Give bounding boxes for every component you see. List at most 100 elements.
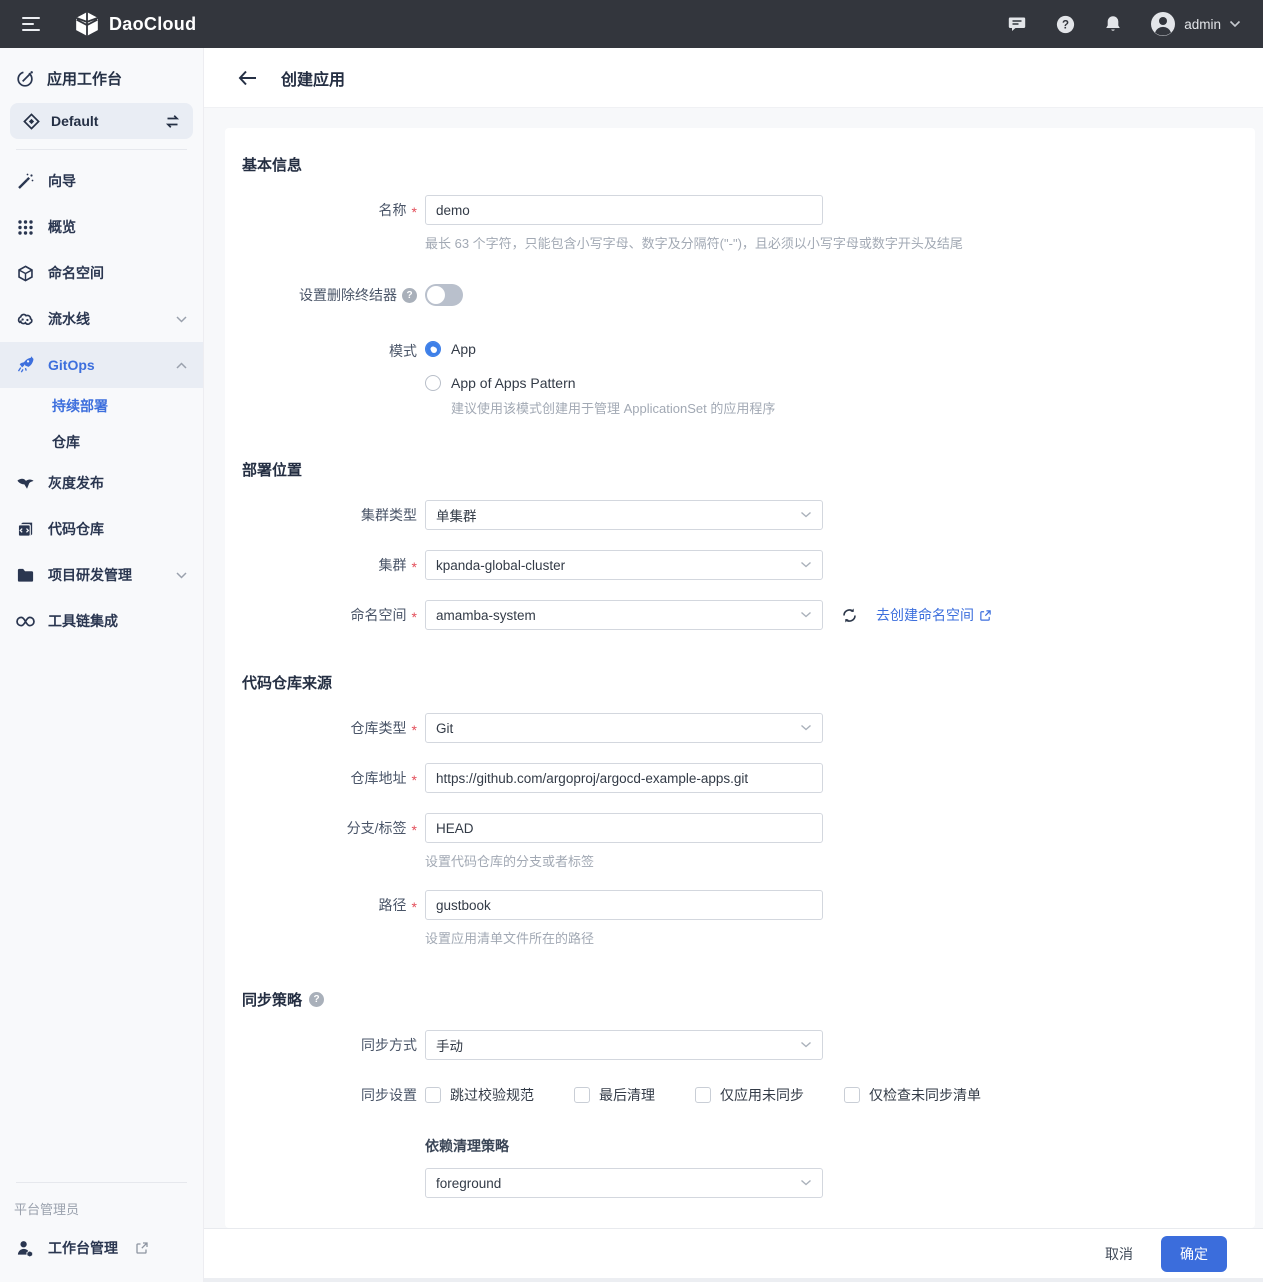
switch-workspace-icon[interactable] bbox=[164, 114, 181, 129]
checkbox-icon[interactable] bbox=[844, 1087, 860, 1103]
code-repo-icon bbox=[16, 520, 35, 539]
required-star: * bbox=[412, 204, 417, 220]
radio-selected-icon[interactable] bbox=[425, 341, 441, 357]
workspace-icon bbox=[22, 112, 41, 131]
external-link-icon bbox=[979, 609, 992, 622]
field-mode: 模式 App App of Apps Pattern 建议使用该模式创建用于管理… bbox=[242, 338, 1225, 417]
chevron-down-icon bbox=[800, 724, 812, 732]
sidebar: 应用工作台 Default 向导 概览 bbox=[0, 48, 204, 1282]
help-icon[interactable]: ? bbox=[1054, 13, 1076, 35]
name-label: 名称 bbox=[379, 200, 407, 220]
cluster-select[interactable]: kpanda-global-cluster bbox=[425, 550, 823, 580]
bird-icon bbox=[16, 474, 35, 493]
prune-policy-label: 依赖清理策略 bbox=[425, 1136, 981, 1156]
checkbox-icon[interactable] bbox=[695, 1087, 711, 1103]
field-namespace: 命名空间 * amamba-system bbox=[242, 600, 1225, 630]
sidebar-item-pipeline[interactable]: 流水线 bbox=[0, 296, 203, 342]
checkbox-dry-run-out-of-sync[interactable]: 仅检查未同步清单 bbox=[844, 1085, 981, 1105]
sidebar-item-wizard[interactable]: 向导 bbox=[0, 158, 203, 204]
field-repo-url: 仓库地址 * bbox=[242, 763, 1225, 793]
divider bbox=[16, 1182, 187, 1183]
page-title: 创建应用 bbox=[281, 66, 345, 90]
repo-type-select[interactable]: Git bbox=[425, 713, 823, 743]
field-path: 路径 * 设置应用清单文件所在的路径 bbox=[242, 890, 1225, 947]
chevron-down-icon bbox=[800, 611, 812, 619]
repo-url-input[interactable] bbox=[425, 763, 823, 793]
checkbox-skip-validation[interactable]: 跳过校验规范 bbox=[425, 1085, 534, 1105]
sidebar-subitem-continuous-deploy[interactable]: 持续部署 bbox=[0, 388, 203, 424]
back-arrow-icon[interactable] bbox=[238, 70, 257, 86]
section-sync-policy: 同步策略 ? bbox=[242, 989, 1225, 1010]
create-namespace-link[interactable]: 去创建命名空间 bbox=[876, 605, 992, 625]
path-hint: 设置应用清单文件所在的路径 bbox=[425, 928, 823, 947]
sidebar-item-namespace[interactable]: 命名空间 bbox=[0, 250, 203, 296]
grid-icon bbox=[16, 218, 35, 237]
sidebar-subitem-repository[interactable]: 仓库 bbox=[0, 424, 203, 460]
action-footer: 取消 确定 bbox=[204, 1228, 1263, 1278]
branch-input[interactable] bbox=[425, 813, 823, 843]
checkbox-prune-last[interactable]: 最后清理 bbox=[574, 1085, 655, 1105]
brand-name: DaoCloud bbox=[109, 14, 196, 35]
finalizer-toggle[interactable] bbox=[425, 284, 463, 306]
workbench-header: 应用工作台 bbox=[0, 48, 203, 103]
menu-icon[interactable] bbox=[22, 17, 42, 31]
form-card: 基本信息 名称 * 最长 63 个字符，只能包含小写字母、数字及分隔符("-")… bbox=[225, 128, 1255, 1228]
field-name: 名称 * 最长 63 个字符，只能包含小写字母、数字及分隔符("-")，且必须以… bbox=[242, 195, 1225, 252]
finalizer-label: 设置删除终结器 bbox=[299, 285, 397, 305]
checkbox-apply-out-of-sync-only[interactable]: 仅应用未同步 bbox=[695, 1085, 804, 1105]
sidebar-item-toolchain[interactable]: 工具链集成 bbox=[0, 598, 203, 644]
namespace-select[interactable]: amamba-system bbox=[425, 600, 823, 630]
wand-icon bbox=[16, 172, 35, 191]
infinity-icon bbox=[16, 612, 35, 631]
sidebar-item-project-dev[interactable]: 项目研发管理 bbox=[0, 552, 203, 598]
radio-option-app-of-apps[interactable]: App of Apps Pattern bbox=[425, 372, 775, 394]
name-hint: 最长 63 个字符，只能包含小写字母、数字及分隔符("-")，且必须以小写字母或… bbox=[425, 233, 963, 252]
svg-text:?: ? bbox=[1062, 19, 1069, 31]
cube-icon bbox=[16, 264, 35, 283]
section-basic-info: 基本信息 bbox=[242, 154, 1225, 175]
sidebar-nav: 向导 概览 命名空间 流水线 bbox=[0, 154, 203, 1172]
section-repo-source: 代码仓库来源 bbox=[242, 672, 1225, 693]
checkbox-icon[interactable] bbox=[574, 1087, 590, 1103]
sidebar-item-gray-release[interactable]: 灰度发布 bbox=[0, 460, 203, 506]
confirm-button[interactable]: 确定 bbox=[1161, 1236, 1227, 1272]
chevron-down-icon bbox=[1229, 20, 1241, 28]
workbench-icon bbox=[16, 69, 35, 88]
workspace-name: Default bbox=[51, 113, 154, 129]
user-name: admin bbox=[1184, 17, 1221, 32]
cluster-type-select[interactable]: 单集群 bbox=[425, 500, 823, 530]
sync-method-select[interactable]: 手动 bbox=[425, 1030, 823, 1060]
brand[interactable]: DaoCloud bbox=[74, 11, 196, 37]
radio-unselected-icon[interactable] bbox=[425, 375, 441, 391]
chevron-down-icon bbox=[176, 572, 187, 579]
user-admin-icon bbox=[16, 1239, 35, 1258]
refresh-icon[interactable] bbox=[841, 607, 858, 624]
chat-icon[interactable] bbox=[1006, 13, 1028, 35]
avatar bbox=[1150, 11, 1176, 37]
radio-option-app[interactable]: App bbox=[425, 338, 775, 360]
field-cluster: 集群 * kpanda-global-cluster bbox=[242, 550, 1225, 580]
workbench-title: 应用工作台 bbox=[47, 68, 122, 89]
name-input[interactable] bbox=[425, 195, 823, 225]
page-bottom-strip bbox=[204, 1278, 1263, 1282]
field-sync-method: 同步方式 手动 bbox=[242, 1030, 1225, 1060]
chevron-down-icon bbox=[176, 316, 187, 323]
notification-bell-icon[interactable] bbox=[1102, 13, 1124, 35]
topbar: DaoCloud ? admin bbox=[0, 0, 1263, 48]
rocket-icon bbox=[16, 356, 35, 375]
sidebar-item-workbench-manage[interactable]: 工作台管理 bbox=[0, 1232, 203, 1264]
cancel-button[interactable]: 取消 bbox=[1105, 1244, 1133, 1264]
path-input[interactable] bbox=[425, 890, 823, 920]
section-deploy-location: 部署位置 bbox=[242, 459, 1225, 480]
sidebar-item-overview[interactable]: 概览 bbox=[0, 204, 203, 250]
help-question-icon[interactable]: ? bbox=[402, 288, 417, 303]
daocloud-logo-icon bbox=[74, 11, 100, 37]
workspace-selector[interactable]: Default bbox=[10, 103, 193, 139]
checkbox-icon[interactable] bbox=[425, 1087, 441, 1103]
sidebar-item-gitops[interactable]: GitOps bbox=[0, 342, 203, 388]
chevron-down-icon bbox=[800, 1179, 812, 1187]
user-menu[interactable]: admin bbox=[1150, 11, 1241, 37]
sidebar-item-code-repo[interactable]: 代码仓库 bbox=[0, 506, 203, 552]
help-question-icon[interactable]: ? bbox=[309, 992, 324, 1007]
prune-policy-select[interactable]: foreground bbox=[425, 1168, 823, 1198]
